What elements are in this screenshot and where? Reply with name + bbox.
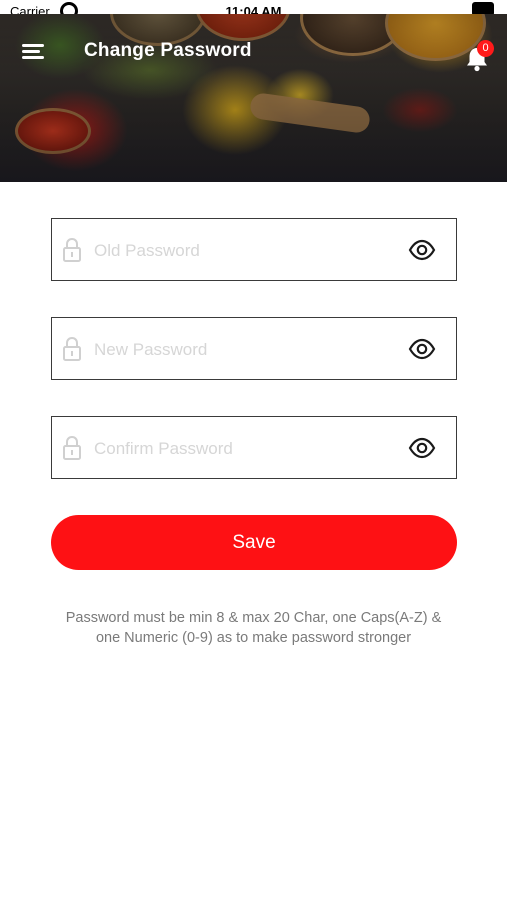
old-password-input[interactable] xyxy=(92,233,396,269)
save-button[interactable]: Save xyxy=(51,515,457,570)
battery-icon xyxy=(472,2,494,14)
eye-icon[interactable] xyxy=(408,337,436,361)
confirm-password-input[interactable] xyxy=(92,431,396,467)
old-password-field xyxy=(51,218,457,281)
eye-icon[interactable] xyxy=(408,238,436,262)
new-password-field xyxy=(51,317,457,380)
lock-icon xyxy=(63,435,81,460)
password-rules-hint: Password must be min 8 & max 20 Char, on… xyxy=(65,610,442,646)
lock-icon xyxy=(63,237,81,262)
eye-icon[interactable] xyxy=(408,436,436,460)
header-overlay xyxy=(0,0,507,182)
confirm-password-field xyxy=(51,416,457,479)
header-banner: Carrier 11:04 AM Change Password 0 xyxy=(0,0,507,182)
status-time: 11:04 AM xyxy=(225,4,282,14)
page-title: Change Password xyxy=(84,40,252,61)
notification-badge: 0 xyxy=(477,40,494,57)
status-bar: Carrier 11:04 AM xyxy=(0,0,507,14)
hamburger-menu-icon[interactable] xyxy=(18,36,48,66)
new-password-input[interactable] xyxy=(92,332,396,368)
lock-icon xyxy=(63,336,81,361)
